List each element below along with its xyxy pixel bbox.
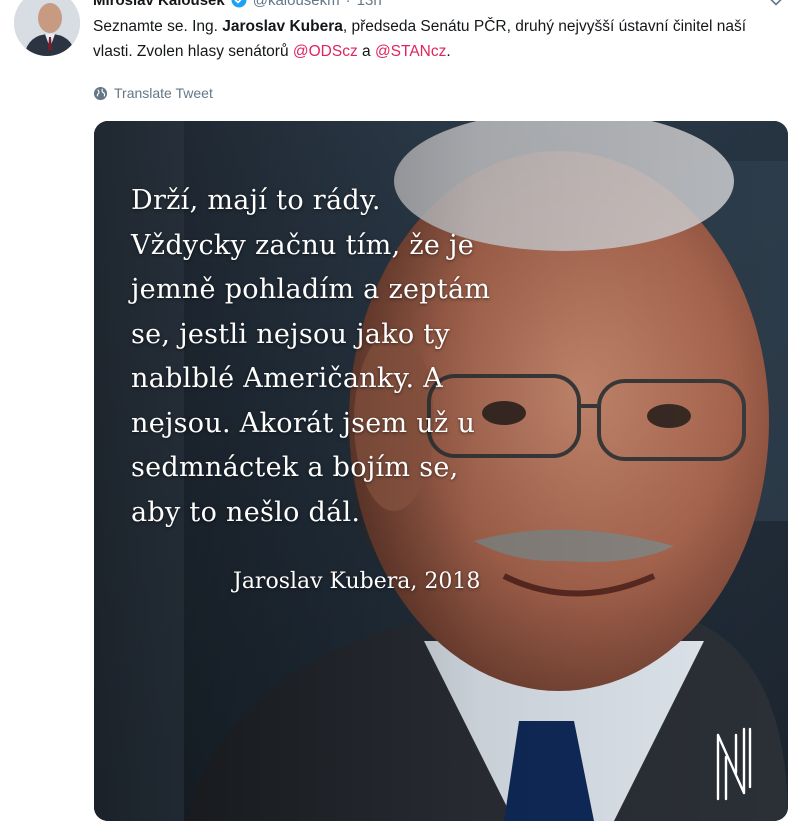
tweet-text: Seznamte se. Ing. Jaroslav Kubera, předs… [93,14,783,64]
tweet-timestamp[interactable]: 13h [357,0,382,9]
quote-attribution: Jaroslav Kubera, 2018 [233,569,481,594]
mention-link-stancz[interactable]: @STANcz [375,43,446,60]
tweet-header: Miroslav Kalousek @kalousekm · 13h [93,0,382,10]
verified-badge-icon [231,0,247,8]
n-monogram-logo [716,727,752,801]
quote-text: Drží, mají to rády. Vždycky začnu tím, ž… [131,179,561,535]
user-handle[interactable]: @kalousekm [253,0,340,9]
display-name[interactable]: Miroslav Kalousek [93,0,225,9]
mention-link-odscz[interactable]: @ODScz [293,43,358,60]
quote-line: Vždycky začnu tím, že je [131,229,474,261]
quote-line: nablblé Američanky. A [131,363,444,394]
separator-dot: · [345,0,351,9]
quote-line: jemně pohladím a zeptám [131,274,491,305]
translate-tweet-link[interactable]: Translate Tweet [93,83,213,103]
quote-line: se, jestli nejsou jako ty [131,318,451,350]
tweet-text-segment: a [357,43,375,60]
quote-line: nejsou. Akorát jsem už u [131,407,476,439]
avatar[interactable] [14,0,80,56]
quote-line: sedmnáctek a bojím se, [131,452,459,483]
tweet-text-bold: Jaroslav Kubera [222,18,343,35]
tweet: Miroslav Kalousek @kalousekm · 13h Sezna… [0,0,808,821]
translate-label: Translate Tweet [114,85,213,101]
tweet-media-image[interactable]: Drží, mají to rády. Vždycky začnu tím, ž… [94,121,788,821]
tweet-text-segment: . [446,43,451,60]
tweet-text-segment: Seznamte se. Ing. [93,18,223,35]
globe-icon [93,86,108,100]
chevron-down-icon[interactable] [768,0,784,10]
quote-line: aby to nešlo dál. [131,496,361,528]
quote-line: Drží, mají to rády. [131,185,381,216]
